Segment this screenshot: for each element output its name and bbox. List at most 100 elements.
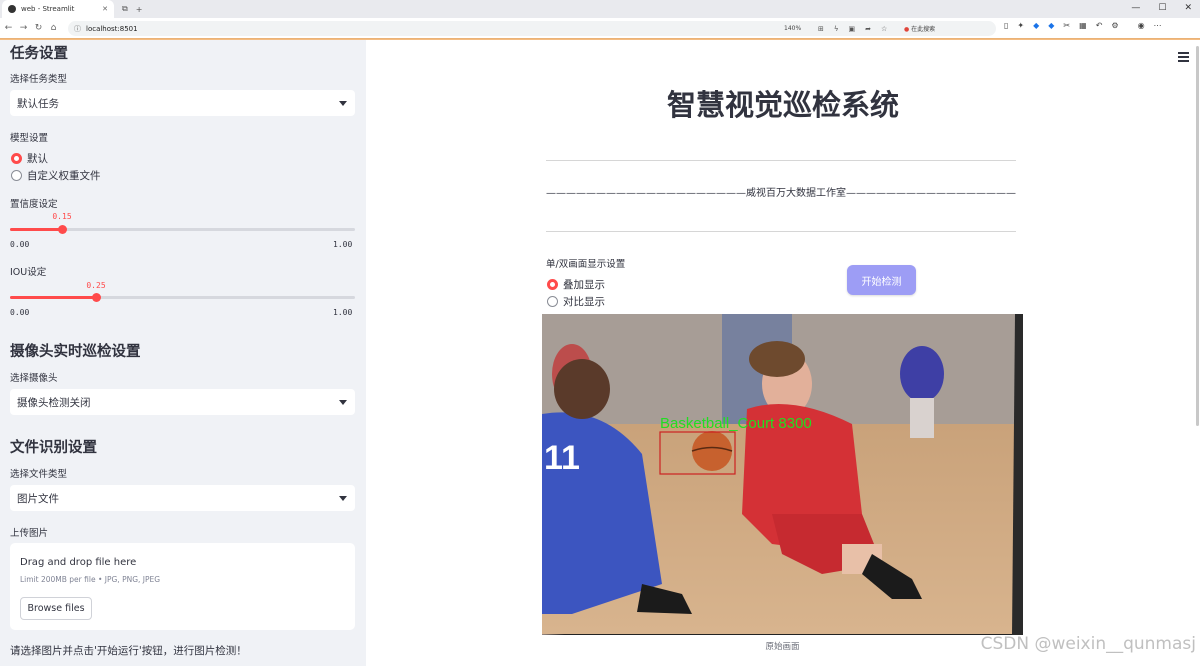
model-option-label: 自定义权重文件 bbox=[27, 170, 101, 182]
new-tab-icon[interactable]: + bbox=[136, 5, 143, 14]
confidence-value: 0.15 bbox=[52, 212, 72, 221]
upload-limit-text: Limit 200MB per file • JPG, PNG, JPEG bbox=[20, 575, 161, 584]
forward-icon[interactable]: → bbox=[17, 23, 30, 33]
iou-label: IOU设定 bbox=[10, 267, 47, 278]
camera-select-value: 摄像头检测关闭 bbox=[17, 396, 91, 409]
address-bar-row: ← → ↻ ⌂ ⓘ localhost:8501 140% ⊞ ϟ ▣ ➦ ☆ … bbox=[0, 18, 1200, 39]
detection-image: 11 Basketball_Court 8300 bbox=[542, 314, 1023, 635]
confidence-max: 1.00 bbox=[333, 240, 353, 249]
display-option-compare[interactable]: 对比显示 bbox=[547, 294, 605, 309]
confidence-slider[interactable] bbox=[10, 225, 355, 234]
task-type-select[interactable]: 默认任务 bbox=[10, 90, 355, 116]
streamlit-favicon-icon bbox=[8, 5, 16, 13]
divider bbox=[546, 231, 1016, 232]
main-content: 智慧视觉巡检系统 ————————————————————威视百万大数据工作室—… bbox=[366, 40, 1200, 666]
menu-dots-icon[interactable]: ⋯ bbox=[1154, 21, 1162, 30]
search-placeholder: 在此搜索 bbox=[911, 26, 936, 33]
home-icon[interactable]: ⌂ bbox=[47, 23, 60, 33]
start-detection-button[interactable]: 开始检测 bbox=[847, 265, 916, 295]
share-icon[interactable]: ➦ bbox=[865, 25, 871, 33]
radio-selected-icon bbox=[11, 153, 22, 164]
close-window-icon[interactable]: ✕ bbox=[1184, 3, 1192, 13]
iou-min: 0.00 bbox=[10, 308, 30, 317]
scissors-icon[interactable]: ✂ bbox=[1063, 21, 1070, 30]
file-type-value: 图片文件 bbox=[17, 492, 59, 505]
display-mode-label: 单/双画面显示设置 bbox=[546, 259, 626, 270]
pin-icon[interactable]: ✦ bbox=[1017, 21, 1024, 30]
upload-label: 上传图片 bbox=[10, 528, 49, 539]
radio-selected-icon bbox=[547, 279, 558, 290]
detection-label: Basketball_Court 8300 bbox=[660, 415, 812, 432]
iou-slider-thumb[interactable] bbox=[92, 293, 101, 302]
image-caption: 原始画面 bbox=[765, 642, 800, 652]
lightning-icon[interactable]: ϟ bbox=[834, 25, 839, 33]
confidence-label: 置信度设定 bbox=[10, 199, 58, 210]
task-type-label: 选择任务类型 bbox=[10, 74, 68, 85]
browser-tab[interactable]: web - Streamlit ✕ bbox=[2, 0, 114, 18]
file-type-select[interactable]: 图片文件 bbox=[10, 485, 355, 511]
sidebar-footer-hint: 请选择图片并点击'开始运行'按钮，进行图片检测！ bbox=[10, 645, 247, 657]
profile-icon[interactable]: ◉ bbox=[1138, 21, 1145, 30]
iou-max: 1.00 bbox=[333, 308, 353, 317]
page-title: 智慧视觉巡检系统 bbox=[666, 88, 899, 122]
url-field[interactable]: ⓘ localhost:8501 140% ⊞ ϟ ▣ ➦ ☆ ● 在此搜索 bbox=[68, 21, 996, 36]
confidence-slider-fill bbox=[10, 228, 62, 231]
svg-text:11: 11 bbox=[544, 439, 580, 477]
address-bar-icons: ⊞ ϟ ▣ ➦ ☆ bbox=[818, 25, 887, 33]
bookmark-star-icon[interactable]: ☆ bbox=[881, 25, 887, 33]
scrollbar[interactable] bbox=[1195, 40, 1200, 666]
extension-icon[interactable]: ◆ bbox=[1033, 21, 1039, 30]
chevron-down-icon bbox=[339, 496, 347, 501]
tab-groups-icon[interactable]: ⧉ bbox=[122, 4, 128, 14]
iou-slider[interactable] bbox=[10, 293, 355, 302]
divider bbox=[546, 160, 1016, 161]
radio-unselected-icon bbox=[11, 170, 22, 181]
search-box[interactable]: ● 在此搜索 bbox=[904, 24, 935, 33]
csdn-watermark: CSDN @weixin__qunmasj bbox=[980, 634, 1196, 654]
file-type-label: 选择文件类型 bbox=[10, 469, 68, 480]
phone-icon[interactable]: ▯ bbox=[1004, 21, 1008, 30]
back-icon[interactable]: ← bbox=[2, 23, 15, 33]
basketball-photo: 11 Basketball_Court 8300 bbox=[542, 314, 1023, 635]
browser-tab-bar: web - Streamlit ✕ ⧉ + — ☐ ✕ bbox=[0, 0, 1200, 18]
refresh-icon[interactable]: ↻ bbox=[32, 23, 45, 33]
radio-unselected-icon bbox=[547, 296, 558, 307]
minimize-icon[interactable]: — bbox=[1131, 3, 1140, 13]
translate-icon[interactable]: ⊞ bbox=[818, 25, 824, 33]
model-option-custom[interactable]: 自定义权重文件 bbox=[11, 168, 101, 183]
chevron-down-icon bbox=[339, 101, 347, 106]
settings-icon[interactable]: ⚙ bbox=[1111, 21, 1118, 30]
tab-close-icon[interactable]: ✕ bbox=[102, 5, 108, 13]
site-info-icon[interactable]: ⓘ bbox=[74, 24, 81, 34]
window-controls: — ☐ ✕ bbox=[1131, 3, 1192, 13]
puzzle-icon[interactable]: ◆ bbox=[1048, 21, 1054, 30]
file-uploader-dropzone[interactable]: Drag and drop file here Limit 200MB per … bbox=[10, 543, 355, 630]
browse-files-button[interactable]: Browse files bbox=[20, 597, 92, 620]
camera-select-label: 选择摄像头 bbox=[10, 373, 58, 384]
task-settings-heading: 任务设置 bbox=[10, 46, 68, 62]
display-option-label: 对比显示 bbox=[563, 296, 605, 308]
maximize-icon[interactable]: ☐ bbox=[1158, 3, 1166, 13]
display-option-label: 叠加显示 bbox=[563, 279, 605, 291]
file-settings-heading: 文件识别设置 bbox=[10, 440, 97, 456]
studio-subtitle: ————————————————————威视百万大数据工作室——————————… bbox=[546, 188, 1016, 199]
grid-icon[interactable]: ▦ bbox=[1079, 21, 1087, 30]
model-option-default[interactable]: 默认 bbox=[11, 151, 48, 166]
chevron-down-icon bbox=[339, 400, 347, 405]
model-option-label: 默认 bbox=[27, 153, 48, 165]
upload-instructions: Drag and drop file here bbox=[20, 557, 137, 568]
screenshot-icon[interactable]: ▣ bbox=[849, 25, 856, 33]
camera-select[interactable]: 摄像头检测关闭 bbox=[10, 389, 355, 415]
hamburger-menu-icon[interactable] bbox=[1178, 52, 1189, 64]
task-type-value: 默认任务 bbox=[17, 97, 59, 110]
undo-icon[interactable]: ↶ bbox=[1096, 21, 1103, 30]
model-settings-label: 模型设置 bbox=[10, 133, 49, 144]
url-text: localhost:8501 bbox=[86, 24, 138, 33]
display-option-overlay[interactable]: 叠加显示 bbox=[547, 277, 605, 292]
iou-slider-fill bbox=[10, 296, 96, 299]
confidence-min: 0.00 bbox=[10, 240, 30, 249]
extension-icons: ▯ ✦ ◆ ◆ ✂ ▦ ↶ ⚙ ◉ ⋯ bbox=[1004, 21, 1162, 30]
tab-title: web - Streamlit bbox=[21, 5, 75, 13]
zoom-level[interactable]: 140% bbox=[784, 25, 801, 32]
confidence-slider-thumb[interactable] bbox=[58, 225, 67, 234]
